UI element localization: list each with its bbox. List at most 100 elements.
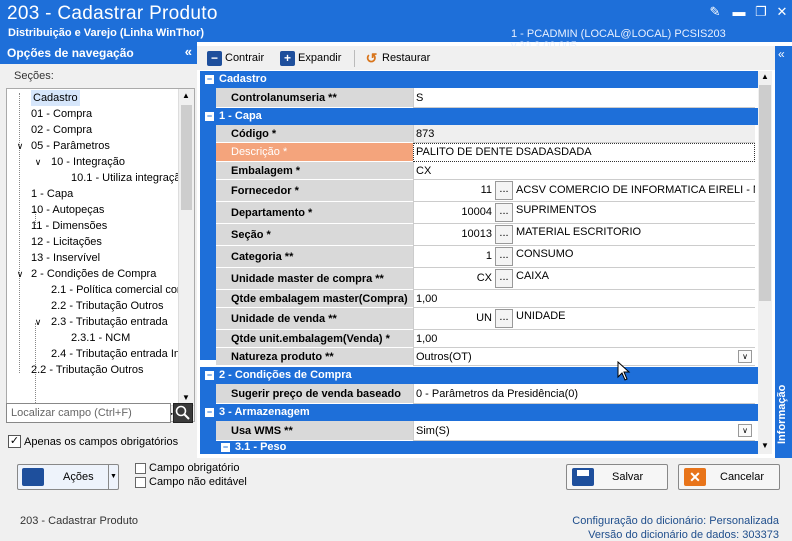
section-header-peso[interactable]: −3.1 - Peso <box>216 441 758 454</box>
collapse-left-icon[interactable]: « <box>185 44 192 59</box>
unidade-venda-code[interactable]: UN <box>414 312 492 324</box>
pin-icon[interactable]: ✎ <box>706 4 724 20</box>
bottom-bar: Ações ▼ Campo obrigatório Campo não edit… <box>0 458 792 541</box>
dictionary-config: Configuração do dicionário: Personalizad… <box>572 515 779 527</box>
search-icon[interactable] <box>173 403 193 423</box>
tree-item[interactable]: 12 - Licitações <box>31 234 102 250</box>
tree-item[interactable]: 2.3 - Tributação entrada <box>51 314 168 330</box>
dictionary-version-value: 303373 <box>742 529 779 541</box>
usa-wms-selected: Sim(S) <box>416 425 450 437</box>
field-value-natureza[interactable]: Outros(OT) ∨ <box>413 348 755 366</box>
minimize-icon[interactable]: ▬ <box>730 4 748 20</box>
tree-item[interactable]: 13 - Inservível <box>31 250 100 266</box>
section-header-cadastro[interactable]: − Cadastro <box>200 71 758 88</box>
collapse-caret-icon[interactable]: ∨ <box>15 138 25 154</box>
tree-item[interactable]: 01 - Compra <box>31 106 92 122</box>
tree-item[interactable]: 05 - Parâmetros <box>31 138 110 154</box>
information-side-panel[interactable]: « Informação <box>775 46 792 458</box>
scroll-up-icon[interactable]: ▲ <box>761 72 769 81</box>
nav-header-title: Opções de navegação <box>7 46 134 60</box>
save-button[interactable]: Salvar <box>566 464 668 490</box>
section-tree[interactable]: Cadastro 01 - Compra 02 - Compra ∨ 05 - … <box>6 88 195 422</box>
collapse-section-icon[interactable]: − <box>205 112 214 121</box>
categoria-code[interactable]: 1 <box>414 250 492 262</box>
tree-item[interactable]: 2.2 - Tributação Outros <box>31 362 144 378</box>
toolbar-divider <box>354 50 355 67</box>
tree-item[interactable]: 2.3.1 - NCM <box>71 330 130 346</box>
field-value-controlanumserie[interactable]: S <box>413 88 755 108</box>
chevron-down-icon[interactable]: ∨ <box>738 350 752 363</box>
dropdown-arrow-icon[interactable]: ▼ <box>108 465 118 489</box>
tree-item[interactable]: 1 - Capa <box>31 186 73 202</box>
collapse-caret-icon[interactable]: ∨ <box>33 154 43 170</box>
dictionary-version: Versão do dicionário de dados: 303373 <box>588 529 779 541</box>
categoria-lookup-button[interactable]: ... <box>495 247 513 266</box>
collapse-button[interactable]: − Contrair <box>207 49 264 67</box>
fornecedor-lookup-button[interactable]: ... <box>495 181 513 200</box>
tree-item[interactable]: 2.2 - Tributação Outros <box>51 298 164 314</box>
grid-gutter <box>200 125 216 360</box>
collapse-section-icon[interactable]: − <box>205 371 214 380</box>
nav-header: Opções de navegação « <box>0 42 197 64</box>
tree-item[interactable]: 10.1 - Utiliza integração <box>71 170 187 186</box>
tree-item[interactable]: Cadastro <box>31 90 80 106</box>
cancel-label: Cancelar <box>720 471 765 483</box>
field-label: Código * <box>216 125 413 143</box>
grid-gutter <box>200 88 216 108</box>
field-value-qtde-unit[interactable]: 1,00 <box>413 330 755 348</box>
field-value-descricao[interactable]: PALITO DE DENTE DSADASDADA <box>413 143 755 162</box>
grid-vertical-scrollbar[interactable]: ▲ ▼ <box>758 71 772 454</box>
restore-icon[interactable]: ❐ <box>752 4 770 20</box>
collapse-caret-icon[interactable]: ∨ <box>15 266 25 282</box>
section-title: 1 - Capa <box>219 110 262 122</box>
section-header-capa[interactable]: −1 - Capa <box>200 108 758 125</box>
unidade-master-code[interactable]: CX <box>414 272 492 284</box>
field-label: Unidade de venda ** <box>216 308 413 330</box>
mouse-cursor-icon <box>617 361 631 381</box>
cancel-button[interactable]: ✕ Cancelar <box>678 464 780 490</box>
field-search-input[interactable]: Localizar campo (Ctrl+F) <box>6 403 171 423</box>
tree-item[interactable]: 2.4 - Tributação entrada In <box>51 346 180 362</box>
grid-scroll-thumb[interactable] <box>759 85 771 301</box>
tree-scroll-thumb[interactable] <box>181 105 192 210</box>
unidade-master-name: CAIXA <box>516 270 550 282</box>
tree-item[interactable]: 2 - Condições de Compra <box>31 266 156 282</box>
departamento-code[interactable]: 10004 <box>414 206 492 218</box>
fornecedor-code[interactable]: 11 <box>414 184 492 196</box>
field-value-sugerir[interactable]: 0 - Parâmetros da Presidência(0) <box>413 384 755 404</box>
tree-vertical-scrollbar[interactable]: ▲ ▼ <box>178 89 194 407</box>
required-only-checkbox[interactable]: ✓ <box>8 435 21 448</box>
scroll-down-icon[interactable]: ▼ <box>761 441 769 450</box>
section-title: Cadastro <box>219 73 267 85</box>
tree-item[interactable]: 02 - Compra <box>31 122 92 138</box>
field-value-qtde-master[interactable]: 1,00 <box>413 290 755 308</box>
tree-item[interactable]: 2.1 - Política comercial com <box>51 282 186 298</box>
tree-item[interactable]: 10 - Integração <box>51 154 125 170</box>
section-title: 2 - Condições de Compra <box>219 369 352 381</box>
unidade-master-lookup-button[interactable]: ... <box>495 269 513 288</box>
close-icon[interactable]: ✕ <box>773 4 791 20</box>
required-legend-label: Campo obrigatório <box>149 462 240 474</box>
section-header-condicoes[interactable]: −2 - Condições de Compra <box>200 367 758 384</box>
expand-button[interactable]: + Expandir <box>280 49 341 67</box>
chevron-down-icon[interactable]: ∨ <box>738 424 752 437</box>
collapse-section-icon[interactable]: − <box>205 408 214 417</box>
expand-right-icon[interactable]: « <box>778 47 785 61</box>
scroll-up-icon[interactable]: ▲ <box>182 91 190 100</box>
collapse-section-icon[interactable]: − <box>221 443 230 452</box>
field-value-usa-wms[interactable]: Sim(S) ∨ <box>413 421 755 441</box>
tree-item[interactable]: 10 - Autopeças <box>31 202 104 218</box>
secao-code[interactable]: 10013 <box>414 228 492 240</box>
scroll-down-icon[interactable]: ▼ <box>182 393 190 402</box>
departamento-lookup-button[interactable]: ... <box>495 203 513 222</box>
secao-lookup-button[interactable]: ... <box>495 225 513 244</box>
field-value-secao: 10013 ... MATERIAL ESCRITORIO <box>413 224 755 246</box>
unidade-venda-lookup-button[interactable]: ... <box>495 309 513 328</box>
actions-button[interactable]: Ações ▼ <box>17 464 119 490</box>
tree-item[interactable]: 11 - Dimensões <box>31 218 107 234</box>
field-value-embalagem[interactable]: CX <box>413 162 755 180</box>
collapse-caret-icon[interactable]: ∨ <box>33 314 43 330</box>
collapse-section-icon[interactable]: − <box>205 75 214 84</box>
section-header-armazenagem[interactable]: −3 - Armazenagem <box>200 404 758 421</box>
restore-button[interactable]: ↺ Restaurar <box>364 49 431 67</box>
